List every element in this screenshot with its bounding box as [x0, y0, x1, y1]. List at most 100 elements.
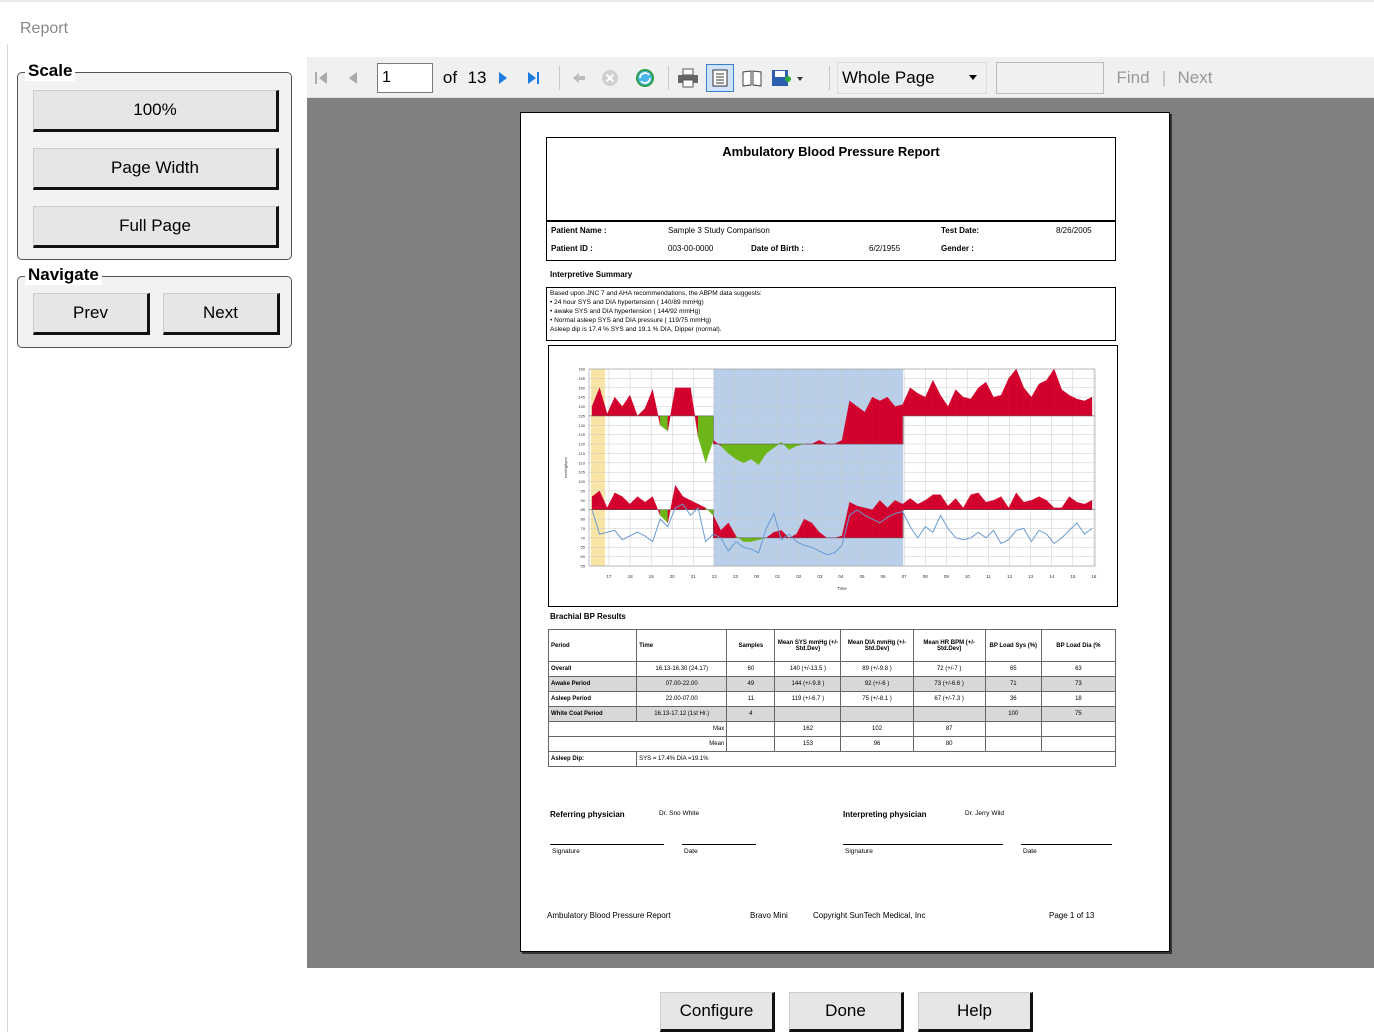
dob: 6/2/1955 — [869, 244, 901, 253]
x-tick-label: 12 — [1007, 574, 1013, 579]
full-page-button[interactable]: Full Page — [33, 206, 279, 248]
sys-area-segment — [1084, 396, 1093, 417]
y-tick-label: 95 — [581, 488, 586, 493]
table-cell: Awake Period — [547, 676, 638, 692]
sys-area-segment — [1023, 387, 1032, 417]
page-layout-icon[interactable] — [705, 57, 735, 98]
dia-area-segment — [652, 496, 661, 516]
dia-area-segment — [1076, 502, 1085, 510]
table-cell: 100 — [984, 706, 1042, 722]
table-cell: 75 (+/-8.1 ) — [840, 691, 914, 707]
page-number-input[interactable] — [377, 63, 433, 93]
dia-area-segment — [1053, 507, 1062, 510]
x-tick-label: 23 — [733, 574, 739, 579]
find-next-link[interactable]: Next — [1175, 57, 1215, 98]
table-cell — [912, 706, 986, 722]
help-button[interactable]: Help — [918, 992, 1033, 1032]
next-page-icon[interactable] — [493, 57, 513, 98]
table-row: Mean 153 96 80 — [547, 736, 1117, 752]
zoom-100-button[interactable]: 100% — [33, 90, 279, 132]
y-tick-label: 135 — [578, 413, 585, 418]
y-tick-label: 100 — [578, 479, 585, 484]
sys-area-segment — [1038, 380, 1047, 417]
table-cell — [1040, 721, 1117, 737]
table-cell: 89 (+/-9.8 ) — [840, 661, 914, 677]
y-tick-label: 75 — [581, 526, 586, 531]
export-icon[interactable] — [769, 57, 809, 98]
refresh-icon[interactable] — [632, 57, 658, 98]
x-axis-label: Time — [837, 586, 847, 591]
configure-button[interactable]: Configure — [660, 992, 775, 1032]
zoom-select[interactable]: Whole Page — [837, 62, 987, 94]
dia-area-segment — [932, 494, 941, 510]
footer-page-number: Page 1 of 13 — [1049, 911, 1095, 920]
done-button[interactable]: Done — [789, 992, 904, 1032]
table-cell: 73 (+/-6.6 ) — [912, 676, 986, 692]
sys-area-segment — [940, 394, 949, 417]
table-header: Samples — [726, 629, 776, 662]
last-page-icon[interactable] — [523, 57, 545, 98]
table-header: Time — [636, 629, 728, 662]
table-cell: 36 — [984, 691, 1042, 707]
dia-area-segment — [917, 500, 926, 510]
dia-area-segment — [607, 492, 615, 510]
chevron-down-icon — [968, 69, 986, 87]
x-tick-label: 17 — [606, 574, 612, 579]
y-tick-label: 70 — [581, 535, 586, 540]
table-cell: 71 — [984, 676, 1042, 692]
table-header: Mean HR BPM (+/- Std.Dev) — [912, 629, 986, 662]
print-icon[interactable] — [675, 57, 701, 98]
page-width-button[interactable]: Page Width — [33, 148, 279, 190]
dia-area-segment — [849, 501, 858, 539]
total-pages: 13 — [467, 67, 487, 87]
table-cell — [840, 706, 914, 722]
zoom-select-value: Whole Page — [842, 68, 935, 87]
next-button[interactable]: Next — [163, 293, 280, 335]
prev-button[interactable]: Prev — [33, 293, 150, 335]
results-table: Period Time Samples Mean SYS mmHg (+/- S… — [547, 629, 1117, 767]
date-line — [1021, 844, 1112, 845]
sys-area-segment — [637, 408, 646, 417]
patient-info-box: Patient Name : Sample 3 Study Comparison… — [546, 221, 1116, 261]
y-tick-label: 115 — [579, 451, 586, 456]
find-input[interactable] — [996, 62, 1104, 94]
dia-area-segment — [1023, 500, 1032, 510]
prev-page-icon[interactable] — [342, 57, 364, 98]
dia-area-segment — [622, 496, 631, 510]
top-border — [0, 0, 1374, 2]
sys-area-segment — [629, 395, 638, 417]
table-cell — [774, 706, 842, 722]
dia-area-segment — [743, 537, 752, 542]
test-date-label: Test Date: — [941, 226, 980, 235]
first-page-icon[interactable] — [310, 57, 332, 98]
table-cell: Max — [547, 721, 728, 737]
dia-area-segment — [940, 494, 949, 510]
dia-area-segment — [993, 496, 1002, 510]
table-header: BP Load Dia (% — [1040, 629, 1117, 662]
sys-area-segment — [872, 396, 881, 445]
back-icon[interactable] — [568, 57, 590, 98]
title-box: Ambulatory Blood Pressure Report — [546, 137, 1116, 221]
bp-chart-box: 160 155 150 145 140 135 130 125 120 115 110 105 100 9… — [548, 345, 1118, 607]
sys-area-segment — [667, 387, 676, 431]
table-row: Max 162 102 87 — [547, 721, 1117, 737]
y-tick-label: 65 — [581, 545, 586, 550]
table-row: Asleep Dip: SYS = 17.4% DIA =19.1% — [547, 751, 1116, 767]
find-link[interactable]: Find — [1115, 57, 1151, 98]
sys-area-segment — [910, 387, 918, 417]
dia-area-segment — [705, 507, 714, 516]
page-setup-icon[interactable] — [739, 57, 765, 98]
sys-area-segment — [675, 387, 684, 417]
of-label: of — [442, 67, 458, 87]
sys-area-segment — [1061, 389, 1070, 417]
table-cell — [726, 736, 776, 752]
dia-area-segment — [697, 503, 706, 510]
sys-area-segment — [902, 387, 911, 417]
table-row: Awake Period 07.00-22.00 49 144 (+/-9.8 … — [547, 676, 1117, 692]
dia-area-segment — [629, 496, 638, 510]
sys-area-segment — [985, 382, 994, 417]
left-divider — [7, 44, 8, 1032]
stop-icon[interactable] — [598, 57, 622, 98]
x-tick-label: 00 — [754, 574, 760, 579]
x-tick-label: 02 — [796, 574, 802, 579]
